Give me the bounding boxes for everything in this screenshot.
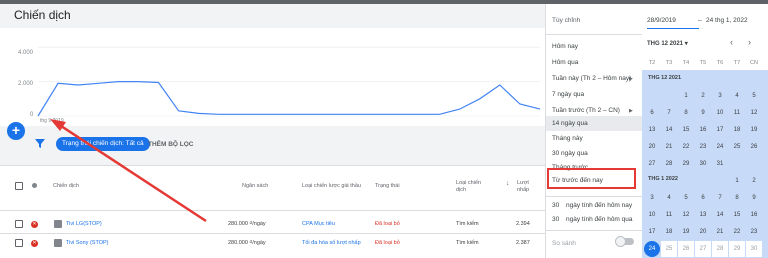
annotation-arrow — [50, 119, 207, 223]
